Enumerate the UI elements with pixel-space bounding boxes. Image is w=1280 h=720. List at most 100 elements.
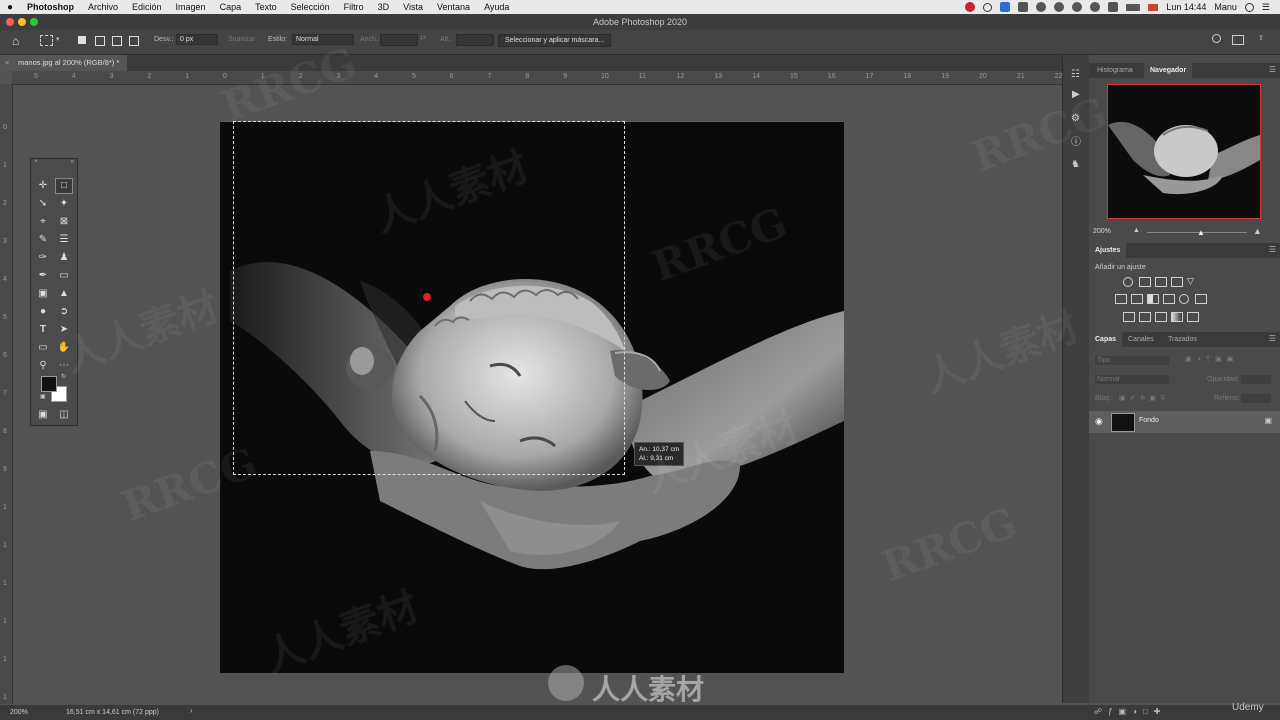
lock-icons[interactable]: ▣✐✛▣⚲: [1119, 394, 1169, 402]
tab-trazados[interactable]: Trazados: [1162, 332, 1203, 347]
swap-colors-icon[interactable]: ↻: [61, 373, 66, 380]
fill-input[interactable]: [1241, 394, 1271, 403]
menu-edicion[interactable]: Edición: [125, 2, 169, 12]
horizontal-ruler[interactable]: 5 4 3 2 1 0 1 2 3 4 5 6 7 8 9 10 11 12 13 14 15 16 17 18 19 20 21 2…: [12, 71, 1062, 85]
menu-archivo[interactable]: Archivo: [81, 2, 125, 12]
dodge-tool-icon[interactable]: ●: [35, 305, 51, 319]
brush-tool-icon[interactable]: ✑: [35, 251, 51, 265]
search-icon[interactable]: [983, 2, 993, 12]
selective-color-icon[interactable]: [1187, 312, 1199, 322]
info-icon[interactable]: ⓘ: [1071, 133, 1081, 148]
battery-icon[interactable]: [1126, 3, 1141, 11]
menu-vista[interactable]: Vista: [396, 2, 430, 12]
foreground-color-swatch[interactable]: [41, 376, 57, 392]
color-balance-icon[interactable]: [1131, 294, 1143, 304]
rect-marquee-tool-preset[interactable]: [40, 35, 53, 46]
move-tool-icon[interactable]: ✛: [35, 179, 51, 193]
home-icon[interactable]: ⌂: [12, 34, 19, 48]
menu-ayuda[interactable]: Ayuda: [477, 2, 516, 12]
style-select[interactable]: Normal: [292, 34, 354, 45]
tab-histograma[interactable]: Histograma: [1091, 63, 1139, 78]
channel-mixer-icon[interactable]: [1179, 294, 1189, 304]
intersect-selection-icon[interactable]: [129, 36, 139, 46]
wifi-icon[interactable]: [1108, 2, 1119, 12]
minimize-window-button[interactable]: [18, 18, 26, 26]
play-actions-icon[interactable]: ▶: [1072, 89, 1080, 100]
gradient-map-icon[interactable]: [1171, 312, 1183, 322]
close-tab-icon[interactable]: ×: [5, 55, 9, 71]
history-icon[interactable]: ☷: [1071, 69, 1080, 80]
color-lookup-icon[interactable]: [1195, 294, 1207, 304]
tab-capas[interactable]: Capas: [1089, 332, 1123, 347]
properties-icon[interactable]: ⚙: [1071, 113, 1080, 124]
zoom-window-button[interactable]: [30, 18, 38, 26]
menu-ventana[interactable]: Ventana: [430, 2, 477, 12]
feather-input[interactable]: 0 px: [176, 34, 218, 45]
status-icon[interactable]: [1036, 2, 1047, 12]
black-white-icon[interactable]: [1147, 294, 1159, 304]
healing-brush-icon[interactable]: ☰: [56, 233, 72, 247]
new-selection-icon[interactable]: [78, 36, 86, 44]
select-and-mask-button[interactable]: Seleccionar y aplicar máscara...: [498, 34, 612, 47]
menu-seleccion[interactable]: Selección: [284, 2, 337, 12]
invert-icon[interactable]: [1123, 312, 1135, 322]
rectangle-tool-icon[interactable]: ▭: [35, 341, 51, 355]
search-icon[interactable]: [1212, 34, 1221, 43]
tab-navegador[interactable]: Navegador: [1144, 63, 1193, 78]
workspace-icon[interactable]: [1232, 35, 1244, 45]
layer-footer-icons[interactable]: ☍ƒ▣◑□✚: [1094, 707, 1166, 716]
blend-mode-select[interactable]: Normal: [1095, 375, 1169, 384]
photo-filter-icon[interactable]: [1163, 294, 1175, 304]
width-input[interactable]: [380, 34, 418, 46]
status-icon[interactable]: [1054, 2, 1065, 12]
menu-imagen[interactable]: Imagen: [169, 2, 213, 12]
blur-tool-icon[interactable]: ▲: [56, 287, 72, 301]
rectangular-marquee-selection[interactable]: [233, 121, 625, 475]
tab-canales[interactable]: Canales: [1122, 332, 1160, 347]
history-brush-icon[interactable]: ✒: [35, 269, 51, 283]
zoom-out-icon[interactable]: ▲: [1133, 227, 1140, 234]
flag-icon[interactable]: [1148, 3, 1159, 11]
subtract-selection-icon[interactable]: [112, 36, 122, 46]
filter-icons[interactable]: ▣◑T▣▣: [1185, 355, 1238, 363]
panel-menu-icon[interactable]: ☰: [1269, 65, 1276, 74]
navigator-thumbnail[interactable]: [1107, 84, 1261, 219]
eyedropper-icon[interactable]: ✎: [35, 233, 51, 247]
threshold-icon[interactable]: [1155, 312, 1167, 322]
levels-icon[interactable]: [1139, 277, 1151, 287]
eye-icon[interactable]: ◉: [1095, 416, 1103, 427]
eraser-icon[interactable]: ▭: [56, 269, 72, 283]
document-tab[interactable]: × manos.jpg al 200% (RGB/8*) *: [0, 55, 128, 71]
exposure-icon[interactable]: [1171, 277, 1183, 287]
menu-user[interactable]: Manu: [1214, 2, 1237, 12]
add-selection-icon[interactable]: [95, 36, 105, 46]
swap-icon[interactable]: ⇄: [420, 34, 426, 42]
panel-menu-icon[interactable]: ☰: [1269, 245, 1276, 254]
chevron-down-icon[interactable]: ▾: [56, 35, 60, 43]
gradient-tool-icon[interactable]: ▣: [35, 287, 51, 301]
panel-menu-icon[interactable]: ☰: [1269, 334, 1276, 343]
status-icon[interactable]: [1000, 2, 1011, 12]
layer-thumbnail[interactable]: [1111, 413, 1135, 432]
share-icon[interactable]: ⇧: [1258, 34, 1264, 42]
expand-icon[interactable]: »: [71, 159, 74, 165]
zoom-slider-thumb[interactable]: ▲: [1197, 228, 1205, 237]
antialias-checkbox[interactable]: Suavizar: [228, 36, 255, 43]
search-icon[interactable]: [1244, 2, 1254, 12]
layer-row[interactable]: ◉ Fondo ▣: [1089, 411, 1280, 433]
close-window-button[interactable]: [6, 18, 14, 26]
status-icon[interactable]: [1090, 2, 1101, 12]
clone-stamp-icon[interactable]: ♟: [56, 251, 72, 265]
hand-tool-icon[interactable]: ✋: [56, 341, 72, 355]
type-tool-icon[interactable]: T: [35, 323, 51, 337]
default-colors-icon[interactable]: ▣: [40, 393, 46, 400]
status-icon[interactable]: [1072, 2, 1083, 12]
status-zoom[interactable]: 200%: [10, 709, 28, 716]
status-icon[interactable]: [1018, 2, 1029, 12]
menu-texto[interactable]: Texto: [248, 2, 284, 12]
apple-icon[interactable]: ●: [0, 2, 20, 13]
curves-icon[interactable]: [1155, 277, 1167, 287]
vertical-ruler[interactable]: 0 1 2 3 4 5 6 7 8 9 1 1 1 1 1 1: [0, 84, 13, 704]
rect-marquee-tool-icon[interactable]: □: [55, 178, 73, 194]
height-input[interactable]: [456, 34, 494, 46]
